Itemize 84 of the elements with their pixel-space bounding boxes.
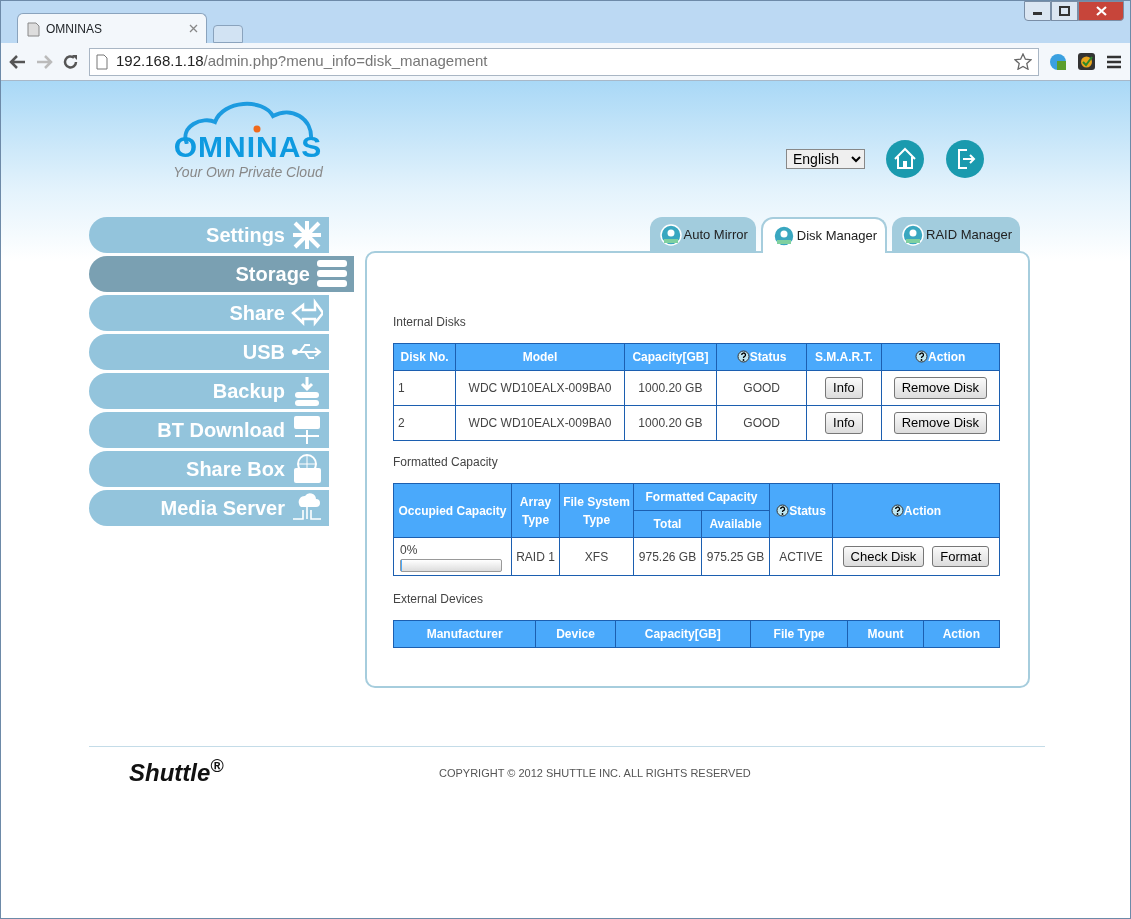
column-header: Capacity[GB] [615, 620, 751, 648]
column-header: Action [881, 343, 1000, 371]
remove-disk-button[interactable]: Remove Disk [893, 412, 987, 434]
table-cell: 975.25 GB [701, 537, 770, 576]
globe-folder-icon [291, 453, 323, 485]
column-header: Array Type [511, 483, 560, 538]
check-disk-button[interactable]: Check Disk [842, 545, 925, 568]
column-header: Status [716, 343, 807, 371]
table-cell: WDC WD10EALX-009BA0 [455, 405, 625, 441]
close-icon [1095, 6, 1107, 16]
column-header: Available [701, 510, 770, 538]
table-cell: RAID 1 [511, 537, 560, 576]
back-icon[interactable] [9, 53, 26, 70]
column-header: Device [535, 620, 616, 648]
close-icon[interactable] [189, 24, 198, 33]
page-icon [96, 53, 108, 70]
table-cell: GOOD [716, 405, 807, 441]
help-icon[interactable] [915, 350, 929, 363]
section-title: Internal Disks [393, 314, 467, 331]
logout-button[interactable] [945, 139, 985, 179]
home-button[interactable] [885, 139, 925, 179]
section-title: Formatted Capacity [393, 454, 499, 471]
disk-icon [902, 224, 924, 246]
info-button[interactable]: Info [825, 412, 863, 434]
table-cell: ACTIVE [769, 537, 833, 576]
table-cell: XFS [559, 537, 634, 576]
column-header: Occupied Capacity [393, 483, 512, 538]
url-text: 192.168.1.18/admin.php?menu_info=disk_management [116, 51, 488, 72]
tab[interactable]: RAID Manager [892, 217, 1020, 253]
drive-stack-icon [316, 258, 348, 290]
minimize-button[interactable] [1024, 1, 1051, 21]
column-header: Capacity[GB] [624, 343, 717, 371]
info-button[interactable]: Info [825, 377, 863, 399]
page-icon [26, 20, 40, 37]
arrows-icon [291, 297, 323, 329]
column-header: Status [769, 483, 833, 538]
remove-disk-button[interactable]: Remove Disk [893, 377, 987, 399]
tab[interactable]: Auto Mirror [649, 217, 756, 253]
address-bar[interactable]: 192.168.1.18/admin.php?menu_info=disk_management [89, 47, 1039, 76]
column-header: Manufacturer [393, 620, 536, 648]
disk-icon [659, 224, 682, 246]
column-header: Formatted Capacity [633, 483, 770, 511]
home-icon [885, 139, 925, 179]
format-button[interactable]: Format [932, 545, 990, 568]
tab[interactable]: Disk Manager [760, 217, 887, 253]
column-header: Disk No. [393, 343, 456, 371]
column-header: File Type [750, 620, 848, 648]
copyright-text: COPYRIGHT © 2012 SHUTTLE INC. ALL RIGHTS RESERVED [439, 765, 751, 781]
section-title: External Devices [393, 591, 485, 608]
maximize-icon [1059, 6, 1070, 16]
logout-icon [945, 139, 985, 179]
close-button[interactable] [1078, 1, 1124, 21]
maximize-button[interactable] [1051, 1, 1078, 21]
help-icon[interactable] [736, 350, 750, 363]
extension-icon[interactable] [1077, 52, 1096, 71]
star-icon[interactable] [1014, 53, 1032, 70]
language-select[interactable]: English [786, 149, 865, 169]
reload-icon[interactable] [63, 53, 79, 70]
column-header: File System Type [559, 483, 634, 538]
brand-logo: Shuttle$^{®}$ [129, 755, 225, 788]
column-header: Mount [847, 620, 924, 648]
tab-title: OMNINAS [46, 20, 103, 38]
disk-icon [772, 225, 795, 247]
browser-tab[interactable]: OMNINAS [17, 13, 207, 43]
table-cell: 975.26 GB [633, 537, 702, 576]
table-cell: 1 [393, 370, 456, 406]
table-cell: 1000.20 GB [624, 370, 717, 406]
column-header: Model [455, 343, 625, 371]
tools-icon [291, 219, 323, 251]
column-header: Total [633, 510, 702, 538]
column-header: Action [832, 483, 1000, 538]
logo-tagline: Your Own Private Cloud [173, 163, 323, 182]
table-cell: 1000.20 GB [624, 405, 717, 441]
column-header: Action [923, 620, 1000, 648]
bt-download-icon [291, 414, 323, 446]
table-cell: 2 [393, 405, 456, 441]
menu-icon[interactable] [1106, 53, 1122, 70]
column-header: S.M.A.R.T. [806, 343, 882, 371]
logo-name: OMNINAS [173, 132, 323, 162]
occupied-percentage: 0% [400, 542, 419, 559]
help-icon[interactable] [890, 503, 904, 517]
table-cell: GOOD [716, 370, 807, 406]
help-icon[interactable] [776, 503, 790, 517]
table-cell: WDC WD10EALX-009BA0 [455, 370, 625, 406]
